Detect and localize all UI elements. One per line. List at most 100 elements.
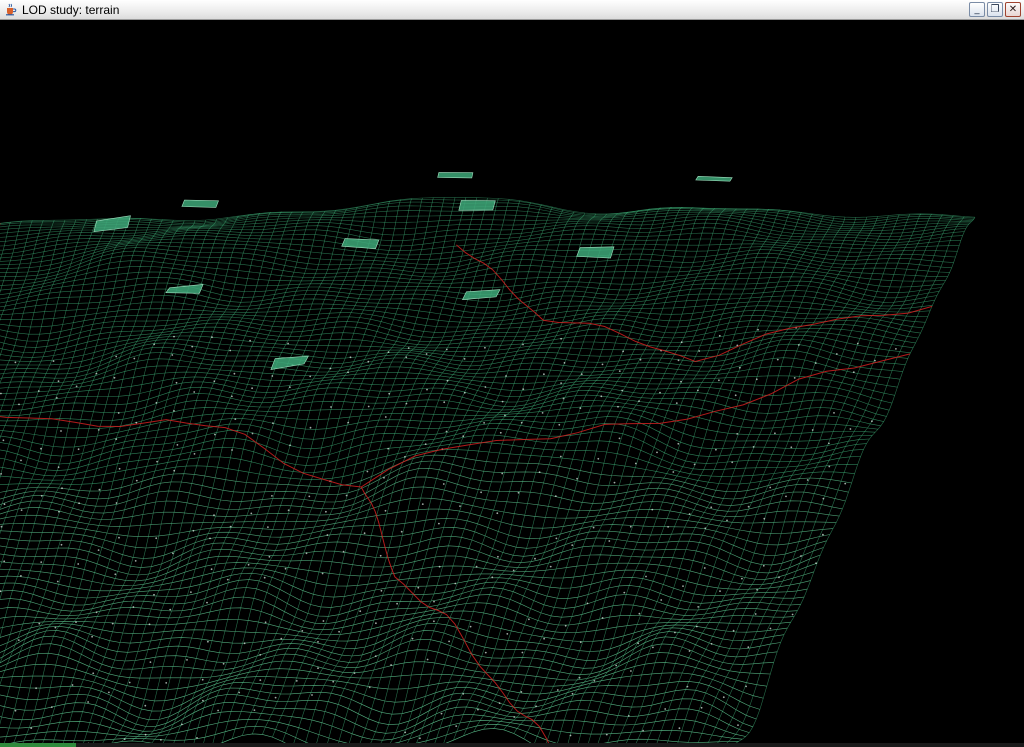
vertex-highlight [309,426,312,429]
title-bar[interactable]: LOD study: terrain _ ❐ ✕ [0,0,1024,20]
vertex-highlight [426,388,428,391]
vertex-highlight [601,617,604,619]
vertex-highlight [61,487,63,490]
vertex-highlight [745,685,747,688]
vertex-highlight [580,373,583,376]
vertex-highlight [592,526,595,529]
vertex-highlight [173,335,175,338]
vertex-highlight [317,641,319,643]
vertex-highlight [703,567,706,569]
vertex-highlight [77,448,80,451]
vertex-highlight [210,568,213,571]
vertex-highlight [752,446,755,448]
vertex-highlight [211,336,213,339]
vertex-highlight [108,691,110,694]
vertex-highlight [75,385,78,388]
vertex-highlight [54,626,57,629]
vertex-highlight [738,366,741,369]
vertex-highlight [755,378,758,381]
vertex-highlight [790,446,793,449]
vertex-highlight [618,370,621,372]
vertex-highlight [271,375,274,377]
vertex-highlight [756,588,758,591]
vertex-highlight [806,479,809,481]
minimize-button[interactable]: _ [969,2,985,17]
vertex-highlight [446,379,449,382]
vertex-highlight [192,529,195,532]
vertex-highlight [396,602,398,605]
vertex-highlight [559,455,562,458]
vertex-highlight [484,651,487,654]
vertex-highlight [835,353,838,355]
vertex-highlight [520,421,523,424]
vertex-highlight [144,733,147,736]
vertex-highlight [710,643,713,645]
vertex-highlight [776,358,779,361]
vertex-highlight [342,550,345,553]
vertex-highlight [332,680,335,683]
vertex-highlight [682,585,684,587]
vertex-highlight [181,723,183,726]
vertex-highlight [797,344,800,346]
vertex-highlight [731,461,734,464]
vertex-highlight [520,691,523,693]
close-button[interactable]: ✕ [1005,2,1021,17]
vertex-highlight [874,359,876,362]
vertex-highlight [0,473,2,475]
vertex-highlight [226,578,229,581]
vertex-highlight [496,512,499,515]
vertex-highlight [155,401,158,404]
vertex-highlight [718,334,721,337]
vertex-highlight [534,557,536,560]
vertex-highlight [55,397,58,399]
vertex-highlight [176,444,179,446]
vertex-highlight [560,382,562,384]
vertex-highlight [379,554,382,557]
vertex-highlight [251,387,254,390]
vertex-highlight [675,402,678,404]
vertex-highlight [202,699,204,702]
vertex-highlight [425,353,428,355]
vertex-highlight [535,705,537,708]
vertex-highlight [634,462,637,465]
vertex-highlight [347,371,349,374]
vertex-highlight [35,687,37,690]
peak-tile [458,200,496,211]
vertex-highlight [92,672,95,675]
vertex-highlight [571,544,574,546]
vertex-highlight [18,403,20,406]
vertex-highlight [407,347,410,349]
vertex-highlight [264,621,267,624]
vertex-highlight [97,429,100,431]
vertex-highlight [762,564,765,567]
vertex-highlight [251,432,254,435]
vertex-highlight [695,625,698,628]
vertex-highlight [155,537,158,540]
vertex-highlight [123,738,126,741]
close-icon: ✕ [1008,3,1018,15]
terrain-viewport[interactable] [0,20,1024,747]
vertex-highlight [213,380,216,383]
vertex-highlight [501,400,504,403]
vertex-highlight [118,467,121,470]
terrain-wireframe-canvas[interactable] [0,20,1024,747]
vertex-highlight [815,562,817,564]
vertex-highlight [95,611,98,614]
vertex-highlight [60,430,62,432]
vertex-highlight [20,575,22,577]
maximize-button[interactable]: ❐ [987,2,1003,17]
vertex-highlight [259,679,262,681]
vertex-highlight [844,482,847,485]
vertex-highlight [578,676,581,679]
vertex-highlight [253,709,256,711]
vertex-highlight [680,341,683,344]
vertex-highlight [368,686,371,689]
vertex-highlight [618,437,621,440]
vertex-highlight [305,552,308,555]
vertex-highlight [600,395,603,398]
vertex-highlight [52,360,55,362]
vertex-highlight [280,637,283,640]
vertex-highlight [20,509,23,511]
vertex-highlight [627,715,630,717]
vertex-highlight [469,625,472,628]
